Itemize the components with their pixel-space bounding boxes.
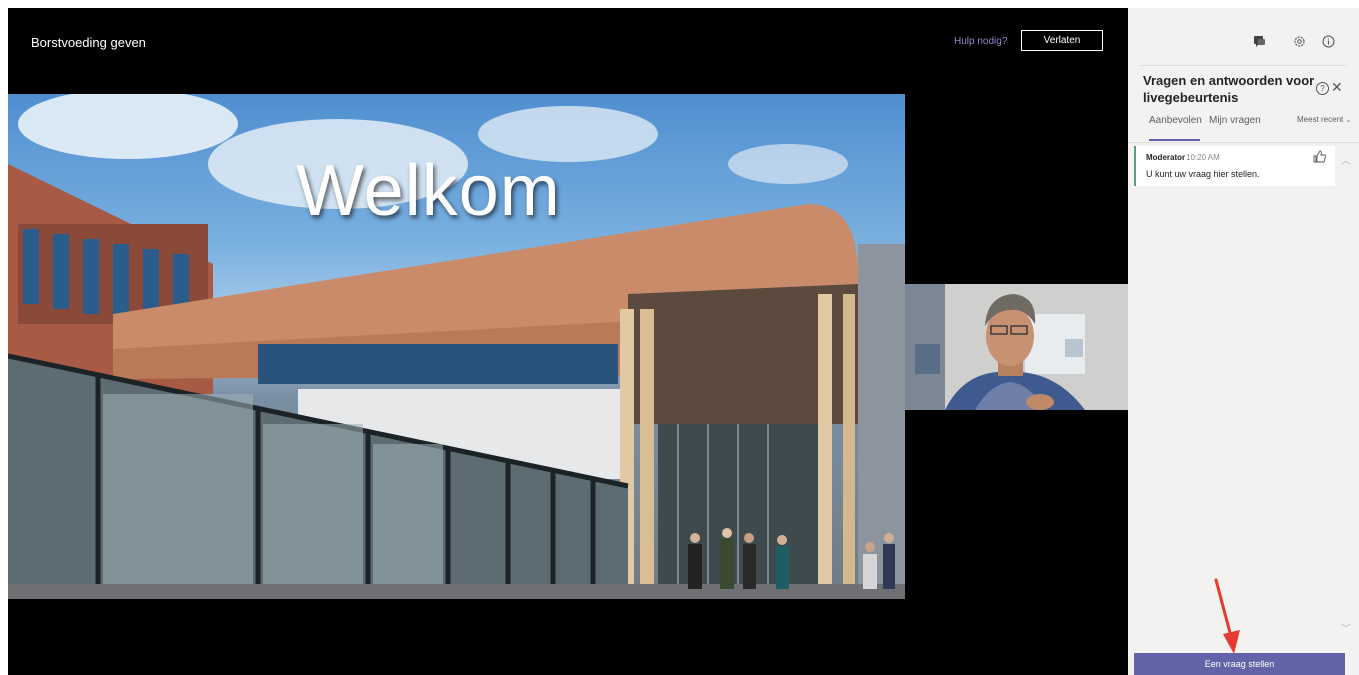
scroll-up-icon[interactable]: ︿ [1341, 152, 1351, 167]
leave-button[interactable]: Verlaten [1021, 30, 1103, 51]
question-text: U kunt uw vraag hier stellen. [1146, 169, 1260, 179]
presentation-slide: Welkom [8, 94, 905, 599]
gear-icon[interactable] [1292, 34, 1306, 48]
question-card[interactable]: Moderator 10:20 AM U kunt uw vraag hier … [1134, 146, 1335, 186]
event-title: Borstvoeding geven [31, 35, 146, 50]
annotation-arrow-icon [1214, 578, 1240, 654]
qa-panel: Vragen en antwoorden voor livegebeurteni… [1128, 8, 1359, 675]
sort-label: Meest recent [1297, 115, 1344, 124]
tabs-divider [1128, 142, 1359, 143]
help-link[interactable]: Hulp nodig? [954, 36, 1007, 47]
panel-divider [1140, 65, 1347, 66]
presenter-webcam [905, 284, 1128, 410]
tab-mijn-vragen[interactable]: Mijn vragen [1209, 115, 1261, 126]
slide-heading: Welkom [296, 151, 561, 231]
chat-icon[interactable] [1252, 34, 1266, 48]
close-icon[interactable]: ✕ [1331, 79, 1343, 96]
video-stage: Borstvoeding geven Hulp nodig? Verlaten [8, 8, 1128, 675]
question-time: 10:20 AM [1186, 153, 1220, 162]
scroll-down-icon[interactable]: ﹀ [1341, 620, 1351, 635]
like-icon[interactable] [1313, 150, 1327, 164]
presenter-video-frame [905, 284, 1128, 410]
chevron-down-icon: ⌄ [1345, 117, 1352, 124]
tab-aanbevolen[interactable]: Aanbevolen [1149, 115, 1202, 126]
info-icon[interactable] [1321, 34, 1335, 48]
help-icon[interactable]: ? [1316, 82, 1329, 95]
sort-dropdown[interactable]: Meest recent ⌄ [1297, 115, 1351, 124]
question-author: Moderator [1146, 153, 1186, 162]
active-tab-indicator [1149, 139, 1200, 141]
panel-title: Vragen en antwoorden voor livegebeurteni… [1143, 73, 1315, 105]
